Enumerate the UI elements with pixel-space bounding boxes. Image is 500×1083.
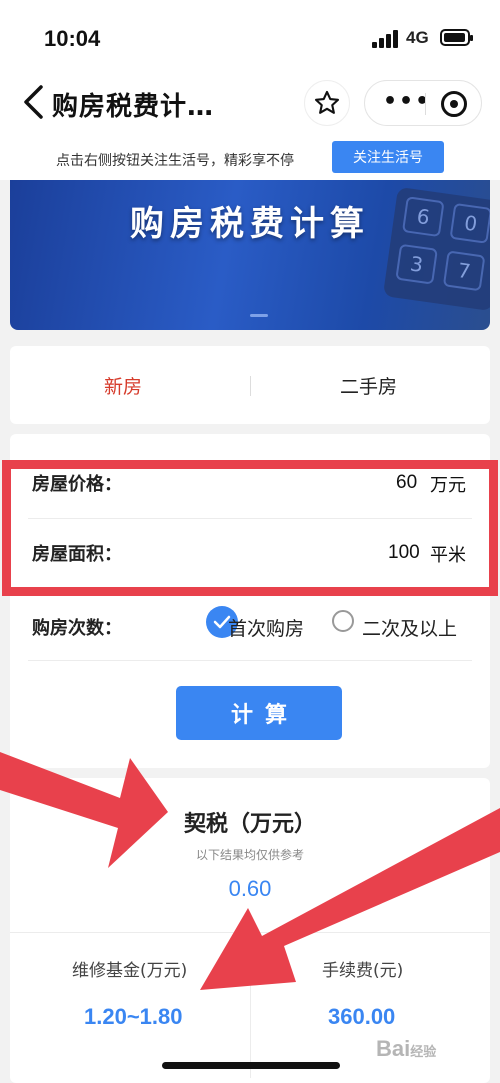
watermark-sub: 经验: [410, 1044, 437, 1059]
second-purchase-radio[interactable]: [332, 610, 354, 632]
calc-key: 7: [442, 250, 486, 292]
result-column-divider: [250, 938, 251, 1078]
signal-icon: [372, 30, 400, 48]
deed-tax-title: 契税（万元）: [183, 812, 316, 837]
banner: 6 0 3 7 购房税费计算: [10, 180, 490, 330]
tab-divider: [250, 376, 251, 396]
capsule-divider: [425, 93, 426, 115]
calc-key: 3: [395, 243, 438, 285]
maintenance-fund-label: 维修基金(万元): [72, 961, 188, 981]
target-icon[interactable]: [441, 91, 467, 117]
handling-fee-label: 手续费(元): [322, 961, 404, 981]
follow-bar: 点击右侧按钮关注生活号，精彩享不停 关注生活号: [0, 136, 500, 180]
first-purchase-label[interactable]: 首次购房: [228, 614, 304, 641]
calculate-button[interactable]: 计算: [176, 686, 342, 740]
status-time: 10:04: [44, 26, 101, 51]
home-indicator: [162, 1062, 340, 1069]
watermark-text: Bai: [376, 1036, 411, 1061]
house-type-tabs: 新房 二手房: [10, 346, 490, 424]
result-divider: [10, 932, 490, 933]
tab-new-house[interactable]: 新房: [104, 372, 142, 399]
mini-program-capsule: •••: [364, 80, 482, 126]
deed-tax-value: 0.60: [228, 876, 272, 901]
page-title: 购房税费计…: [52, 92, 215, 122]
watermark: Bai经验: [376, 1036, 436, 1062]
purchase-times-label: 购房次数：: [32, 618, 122, 639]
star-icon[interactable]: [304, 80, 350, 126]
follow-button[interactable]: 关注生活号: [332, 141, 444, 173]
maintenance-fund-value: 1.20~1.80: [84, 1004, 183, 1029]
battery-icon: [440, 29, 473, 46]
tab-second-hand-house[interactable]: 二手房: [340, 372, 397, 399]
more-icon[interactable]: •••: [383, 91, 431, 113]
nav-bar: 购房税费计… •••: [0, 70, 500, 136]
handling-fee-value: 360.00: [328, 1004, 396, 1029]
back-icon[interactable]: [22, 84, 44, 127]
network-type: 4G: [406, 28, 429, 47]
banner-indicator: [250, 314, 268, 317]
result-disclaimer: 以下结果均仅供参考: [195, 848, 304, 862]
row-divider: [28, 660, 472, 661]
status-bar: 10:04 4G: [0, 0, 500, 80]
banner-title: 购房税费计算: [130, 204, 370, 244]
second-purchase-label[interactable]: 二次及以上: [362, 614, 457, 641]
follow-hint: 点击右侧按钮关注生活号，精彩享不停: [56, 153, 294, 169]
annotation-highlight-box: [2, 460, 498, 596]
